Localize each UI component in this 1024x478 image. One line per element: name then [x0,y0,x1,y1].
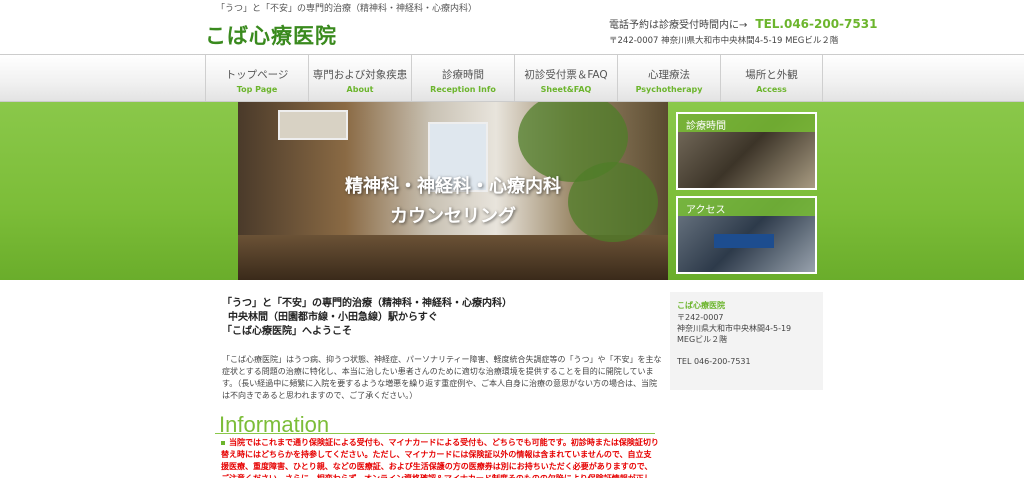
information-text: 当院ではこれまで通り保険証による受付も、マイナカードによる受付も、どちらでも可能… [221,437,659,478]
hours-banner[interactable]: 診療時間 [676,112,817,190]
hero-window [278,110,348,140]
header-address: 〒242-0007 神奈川県大和市中央林間4-5-19 MEGビル２階 [609,36,839,46]
site-tagline: 「うつ」と「不安」の専門的治療（精神科・神経科・心療内科） [216,4,478,14]
information-heading: Information [219,412,330,437]
nav-item-about[interactable]: 専門および対象疾患 About [308,55,411,101]
hero-photo: 精神科・神経科・心療内科 カウンセリング [238,102,668,280]
nav-item-access[interactable]: 場所と外観 Access [720,55,823,101]
intro-line: 中央林間（田園都市線・小田急線）駅からすぐ [228,312,438,323]
hero-subtitle: カウンセリング [390,206,516,227]
sidebar-title: こば心療医院 [677,301,725,310]
nav-item-top[interactable]: トップページ Top Page [205,55,308,101]
nav-label-en: Top Page [236,85,278,94]
nav-label-jp: 場所と外観 [745,69,798,81]
nav-label-jp: 専門および対象疾患 [312,69,408,81]
phone-number[interactable]: TEL.046-200-7531 [755,17,877,31]
clinic-description: 「こば心療医院」はうつ病、抑うつ状態、神経症、パーソナリティー障害、軽度統合失調… [222,355,662,400]
bullet-icon [221,440,225,445]
nav-item-faq[interactable]: 初診受付票＆FAQ Sheet&FAQ [514,55,617,101]
site-logo[interactable]: こば心療医院 [205,20,337,50]
intro-line: 「うつ」と「不安」の専門的治療（精神科・神経科・心療内科） [222,298,512,309]
nav-label-en: Access [756,85,787,94]
sidebar-address: MEGビル２階 [677,335,728,344]
intro-line: 「こば心療医院」へようこそ [222,326,352,337]
hero-banner: 精神科・神経科・心療内科 カウンセリング 診療時間 アクセス [0,102,1024,280]
clinic-sign [714,234,774,248]
main-nav: トップページ Top Page 専門および対象疾患 About 診療時間 Rec… [0,54,1024,102]
nav-label-en: Reception Info [430,85,496,94]
phone-info: 電話予約は診療受付時間内に→ TEL.046-200-7531 [609,16,877,31]
nav-label-jp: トップページ [225,69,289,81]
nav-label-en: About [346,85,374,94]
nav-label-en: Sheet&FAQ [540,85,592,94]
sidebar-tel[interactable]: TEL 046-200-7531 [677,356,816,367]
nav-item-reception[interactable]: 診療時間 Reception Info [411,55,514,101]
nav-label-en: Psychotherapy [635,85,703,94]
sidebar-postal: 〒242-0007 [677,313,724,322]
access-banner[interactable]: アクセス [676,196,817,274]
phone-note: 電話予約は診療受付時間内に→ [609,20,748,31]
nav-label-jp: 診療時間 [442,69,484,81]
nav-item-psychotherapy[interactable]: 心理療法 Psychotherapy [617,55,720,101]
hero-floor [238,235,668,280]
hero-title: 精神科・神経科・心療内科 [345,176,561,197]
access-banner-label: アクセス [678,198,815,216]
information-divider [215,433,655,434]
hours-banner-label: 診療時間 [678,114,815,132]
nav-label-jp: 初診受付票＆FAQ [524,69,608,81]
information-body: 当院ではこれまで通り保険証による受付も、マイナカードによる受付も、どちらでも可能… [221,438,659,478]
sidebar-contact: こば心療医院 〒242-0007 神奈川県大和市中央林間4-5-19 MEGビル… [670,292,823,390]
nav-label-jp: 心理療法 [648,69,690,81]
intro-block: 「うつ」と「不安」の専門的治療（精神科・神経科・心療内科） 中央林間（田園都市線… [222,297,512,339]
sidebar-address: 神奈川県大和市中央林間4-5-19 [677,324,792,333]
